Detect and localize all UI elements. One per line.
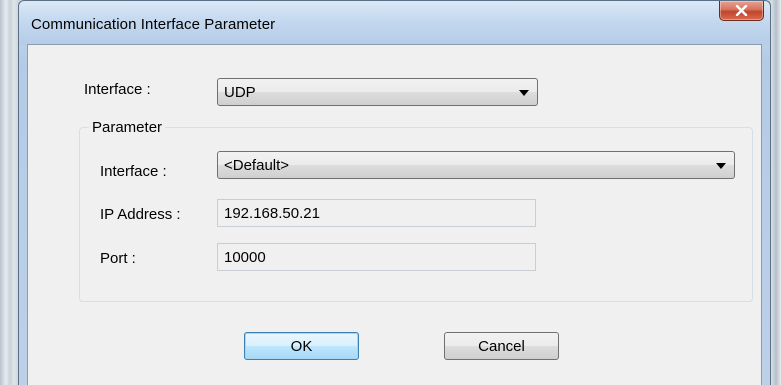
dialog-window: Communication Interface Parameter Interf…: [18, 0, 771, 385]
close-button[interactable]: [719, 1, 764, 21]
port-label: Port :: [100, 250, 136, 267]
port-field[interactable]: 10000: [217, 243, 536, 271]
interface-dropdown[interactable]: UDP: [217, 78, 538, 106]
chevron-down-icon: [716, 163, 726, 169]
parameter-group-title: Parameter: [89, 119, 166, 136]
ip-address-label: IP Address :: [100, 206, 181, 223]
ip-address-field[interactable]: 192.168.50.21: [217, 199, 536, 227]
title-bar[interactable]: Communication Interface Parameter: [19, 1, 770, 45]
chevron-down-icon: [519, 90, 529, 96]
interface-label: Interface :: [84, 81, 151, 98]
cancel-button[interactable]: Cancel: [444, 332, 559, 360]
dialog-client-area: Interface : UDP Parameter Interface : <D…: [27, 44, 762, 385]
ip-address-value: 192.168.50.21: [224, 205, 320, 222]
port-value: 10000: [224, 249, 266, 266]
interface-dropdown-value: UDP: [224, 84, 256, 101]
param-interface-label: Interface :: [100, 163, 167, 180]
param-interface-dropdown[interactable]: <Default>: [217, 151, 735, 179]
window-title: Communication Interface Parameter: [31, 16, 276, 33]
ok-button[interactable]: OK: [244, 332, 359, 360]
param-interface-dropdown-value: <Default>: [224, 157, 290, 174]
background-window-edge: [771, 0, 781, 385]
close-icon: [735, 5, 748, 16]
